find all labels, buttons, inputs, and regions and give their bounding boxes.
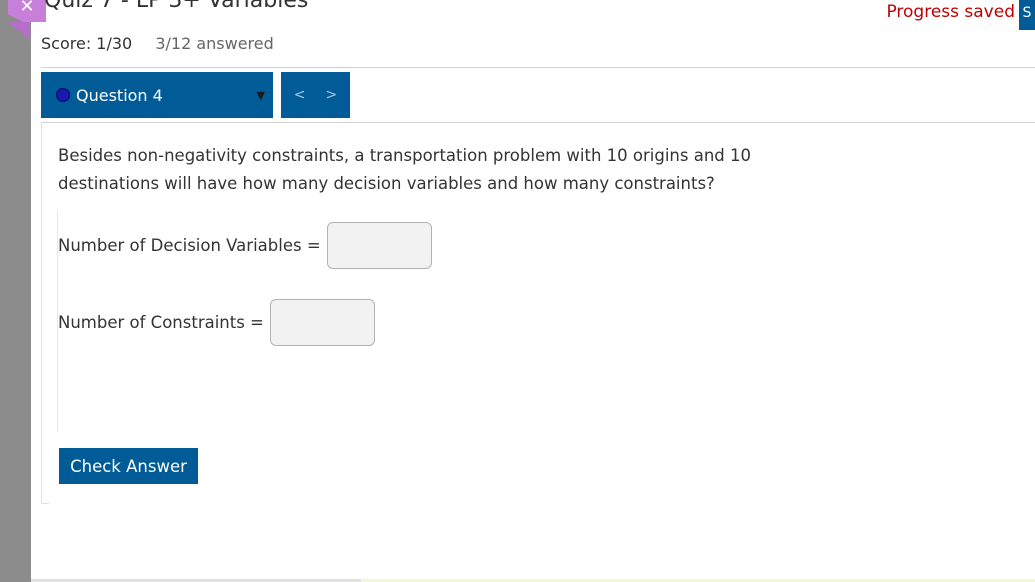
score-text: Score: 1/30 [41, 34, 133, 53]
progress-status: Progress saved [886, 2, 1015, 22]
decision-variables-row: Number of Decision Variables = [58, 222, 432, 269]
question-select-label: Question 4 [76, 85, 163, 105]
quiz-title: Quiz 7 - LP 3+ Variables [44, 0, 309, 13]
decision-variables-input[interactable] [326, 222, 432, 269]
edge-button[interactable]: S [1019, 0, 1035, 30]
question-text: Besides non-negativity constraints, a tr… [58, 146, 752, 193]
question-select[interactable]: Question 4 ▼ [41, 72, 273, 118]
score-line: Score: 1/30 3/12 answered [41, 34, 292, 53]
question-nav-buttons: < > [281, 72, 350, 118]
next-question-button[interactable]: > [316, 87, 348, 103]
decision-variables-label: Number of Decision Variables = [58, 236, 321, 255]
constraints-row: Number of Constraints = [58, 299, 375, 346]
divider [41, 122, 1035, 123]
prev-question-button[interactable]: < [284, 87, 316, 103]
left-sidebar-strip [0, 0, 31, 582]
question-status-dot-icon [56, 88, 70, 102]
caret-down-icon: ▼ [256, 89, 265, 102]
answered-count: 3/12 answered [155, 34, 274, 53]
question-panel [41, 123, 49, 504]
constraints-label: Number of Constraints = [58, 313, 264, 332]
check-answer-button[interactable]: Check Answer [59, 448, 198, 484]
constraints-input[interactable] [269, 299, 375, 346]
divider [41, 67, 1035, 68]
